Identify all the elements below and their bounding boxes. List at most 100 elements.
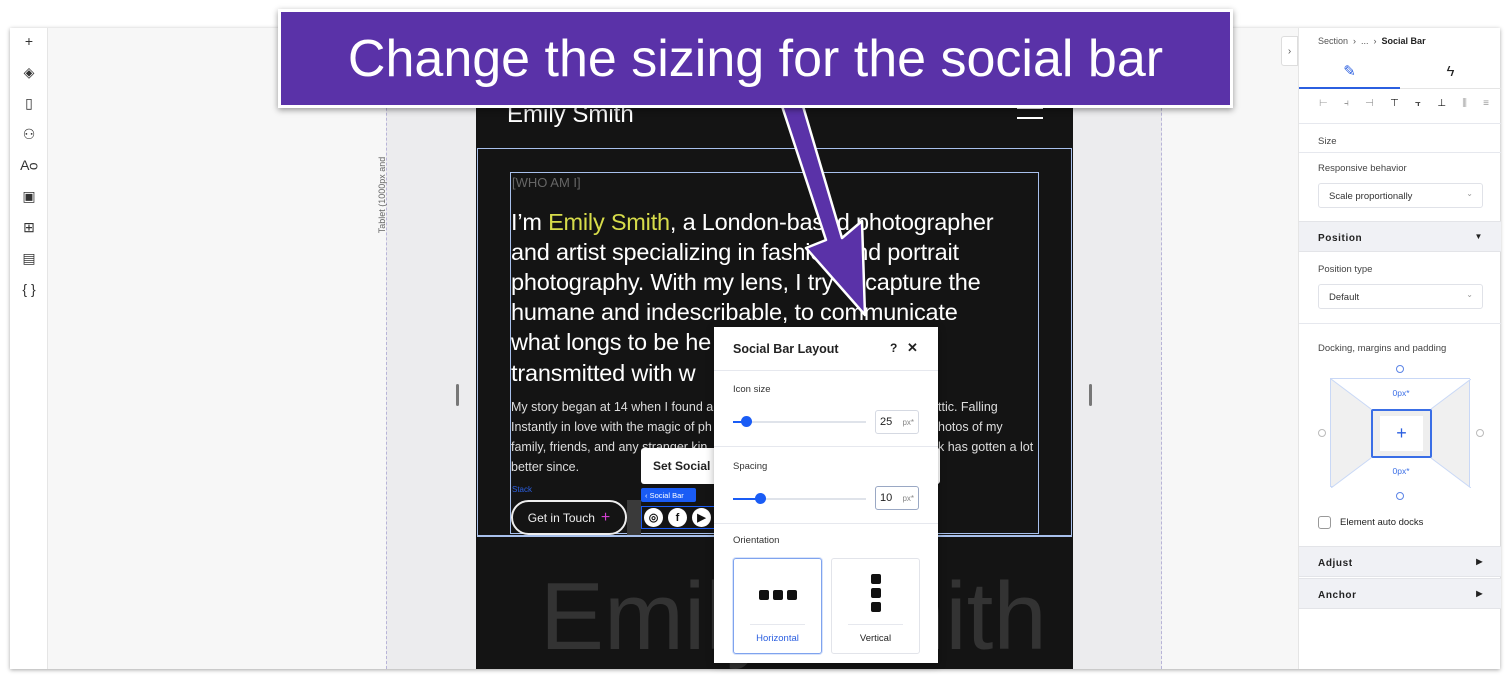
icon-size-slider[interactable] [733, 416, 866, 427]
social-bar-label[interactable]: ‹ Social Bar [641, 488, 696, 502]
align-left-icon[interactable]: ⊢ [1319, 98, 1328, 109]
interactions-tab[interactable]: ϟ [1400, 54, 1501, 89]
docking-box: 0px* 0px* + [1330, 378, 1471, 488]
connections-icon[interactable]: ⚇ [10, 123, 48, 145]
headline-rest: , a London-based photographer [669, 209, 994, 235]
cta-label: Get in Touch [527, 510, 595, 525]
headline-pre: I’m [511, 209, 549, 235]
slider-knob[interactable] [754, 493, 766, 504]
body-line-right: k has gotten a lot [938, 440, 1034, 454]
social-bar-layout-panel: Social Bar Layout ? ✕ Icon size 25 px* Sp… [714, 327, 938, 663]
inspector-panel: Section › ... › Social Bar ✎ ϟ ⊢ ⫞ ⊣ ⊤ ⫟ ⊥ ⫼ ≡ … [1298, 28, 1501, 669]
chevron-down-icon: ⌄ [1466, 290, 1473, 299]
who-label: [WHO AM I] [512, 175, 581, 190]
align-middle-icon[interactable]: ⫟ [1415, 98, 1421, 109]
orientation-horizontal[interactable]: Horizontal [733, 558, 822, 654]
icon-size-input[interactable]: 25 px* [875, 410, 919, 434]
anchor-section-header[interactable]: Anchor ▶ [1299, 578, 1501, 609]
headline-line: and artist specializing in fashion and p… [511, 239, 959, 265]
body-line-right: hotos of my [938, 420, 1003, 434]
responsive-label: Responsive behavior [1318, 163, 1407, 174]
left-toolbar: + ◈ ▯ ⚇ Aᴑ ▣ ⊞ ▤ { } [10, 28, 48, 669]
instagram-icon[interactable]: ◎ [644, 508, 663, 527]
close-icon[interactable]: ✕ [907, 340, 918, 356]
design-tab[interactable]: ✎ [1299, 54, 1400, 89]
dock-right-handle[interactable] [1476, 429, 1484, 437]
caret-right-icon: ▶ [1476, 557, 1483, 566]
align-bottom-icon[interactable]: ⊥ [1437, 98, 1446, 109]
typography-icon[interactable]: Aᴑ [10, 154, 48, 176]
headline-line: photography. With my lens, I try to capt… [511, 269, 981, 295]
brush-icon: ✎ [1343, 62, 1356, 80]
resize-handle-left[interactable] [456, 384, 459, 406]
plus-icon: + [600, 508, 611, 526]
breadcrumb: Section › ... › Social Bar [1318, 36, 1426, 46]
headline-line: humane and indescribable, to communicate [511, 299, 958, 325]
headline-line: I’m Emily Smith, a London-based photogra… [511, 209, 994, 236]
headline-line: what longs to be he [511, 329, 712, 355]
layers-icon[interactable]: ◈ [10, 61, 48, 83]
distribute-h-icon[interactable]: ⫼ [1462, 98, 1467, 109]
page-icon[interactable]: ▯ [10, 92, 48, 114]
dock-bottom-handle[interactable] [1396, 492, 1404, 500]
orientation-label: Orientation [733, 535, 780, 546]
vertical-icon [832, 574, 919, 612]
resize-handle-right[interactable] [1089, 384, 1092, 406]
table-icon[interactable]: ▤ [10, 247, 48, 269]
dock-left-handle[interactable] [1318, 429, 1326, 437]
orientation-vertical[interactable]: Vertical [831, 558, 920, 654]
caret-right-icon: ▶ [1476, 589, 1483, 598]
spacing-slider[interactable] [733, 493, 866, 504]
code-icon[interactable]: { } [10, 278, 48, 300]
spacing-input[interactable]: 10 px* [875, 486, 919, 510]
chevron-down-icon: ⌄ [1466, 189, 1473, 198]
dock-top-handle[interactable] [1396, 365, 1404, 373]
distribute-v-icon[interactable]: ≡ [1483, 98, 1489, 109]
position-type-label: Position type [1318, 264, 1373, 275]
dock-top-value[interactable]: 0px* [1331, 388, 1471, 398]
position-section-header[interactable]: Position ▼ [1299, 221, 1501, 252]
caret-down-icon: ▼ [1474, 232, 1483, 241]
breakpoint-label: Tablet (1000px and [377, 156, 387, 234]
menu-icon-bar [1017, 117, 1043, 119]
adjust-section-header[interactable]: Adjust ▶ [1299, 546, 1501, 577]
social-bar[interactable]: ◎ f ▶ [641, 506, 717, 529]
body-line: better since. [511, 460, 580, 474]
plus-icon[interactable]: + [10, 30, 48, 52]
headline-line: transmitted with w [511, 360, 696, 386]
docking-label: Docking, margins and padding [1318, 343, 1447, 354]
align-right-icon[interactable]: ⊣ [1365, 98, 1374, 109]
facebook-icon[interactable]: f [668, 508, 687, 527]
media-icon[interactable]: ▣ [10, 185, 48, 207]
size-label: Size [1318, 136, 1337, 147]
breadcrumb-section[interactable]: Section [1318, 36, 1348, 46]
stack-label: Stack [512, 485, 533, 494]
position-type-dropdown[interactable]: Default ⌄ [1318, 284, 1483, 309]
spacing-label: Spacing [733, 461, 768, 472]
icon-size-label: Icon size [733, 384, 771, 395]
plus-icon[interactable]: + [1380, 416, 1423, 451]
dock-bottom-value[interactable]: 0px* [1331, 466, 1471, 476]
slider-knob[interactable] [741, 416, 753, 427]
responsive-dropdown[interactable]: Scale proportionally ⌄ [1318, 183, 1483, 208]
auto-docks-label: Element auto docks [1340, 517, 1424, 528]
body-line: Instantly in love with the magic of ph [511, 420, 712, 434]
help-icon[interactable]: ? [890, 341, 897, 355]
youtube-icon[interactable]: ▶ [692, 508, 711, 527]
align-top-icon[interactable]: ⊤ [1390, 98, 1399, 109]
collapse-panel-button[interactable]: › [1281, 36, 1298, 66]
horizontal-icon [734, 590, 821, 600]
callout-banner: Change the sizing for the social bar [278, 9, 1233, 108]
apps-icon[interactable]: ⊞ [10, 216, 48, 238]
panel-title: Social Bar Layout [733, 342, 839, 356]
breadcrumb-ellipsis[interactable]: ... [1361, 36, 1369, 46]
align-center-icon[interactable]: ⫞ [1344, 98, 1349, 109]
lightning-icon: ϟ [1446, 62, 1455, 80]
get-in-touch-button[interactable]: Get in Touch + [511, 500, 627, 535]
body-line: My story began at 14 when I found a [511, 400, 714, 414]
align-toolbar: ⊢ ⫞ ⊣ ⊤ ⫟ ⊥ ⫼ ≡ [1319, 98, 1489, 109]
gap-marker [627, 500, 641, 535]
headline-name: Emily Smith [548, 209, 670, 235]
breadcrumb-current: Social Bar [1381, 36, 1426, 46]
auto-docks-checkbox[interactable] [1318, 516, 1331, 529]
